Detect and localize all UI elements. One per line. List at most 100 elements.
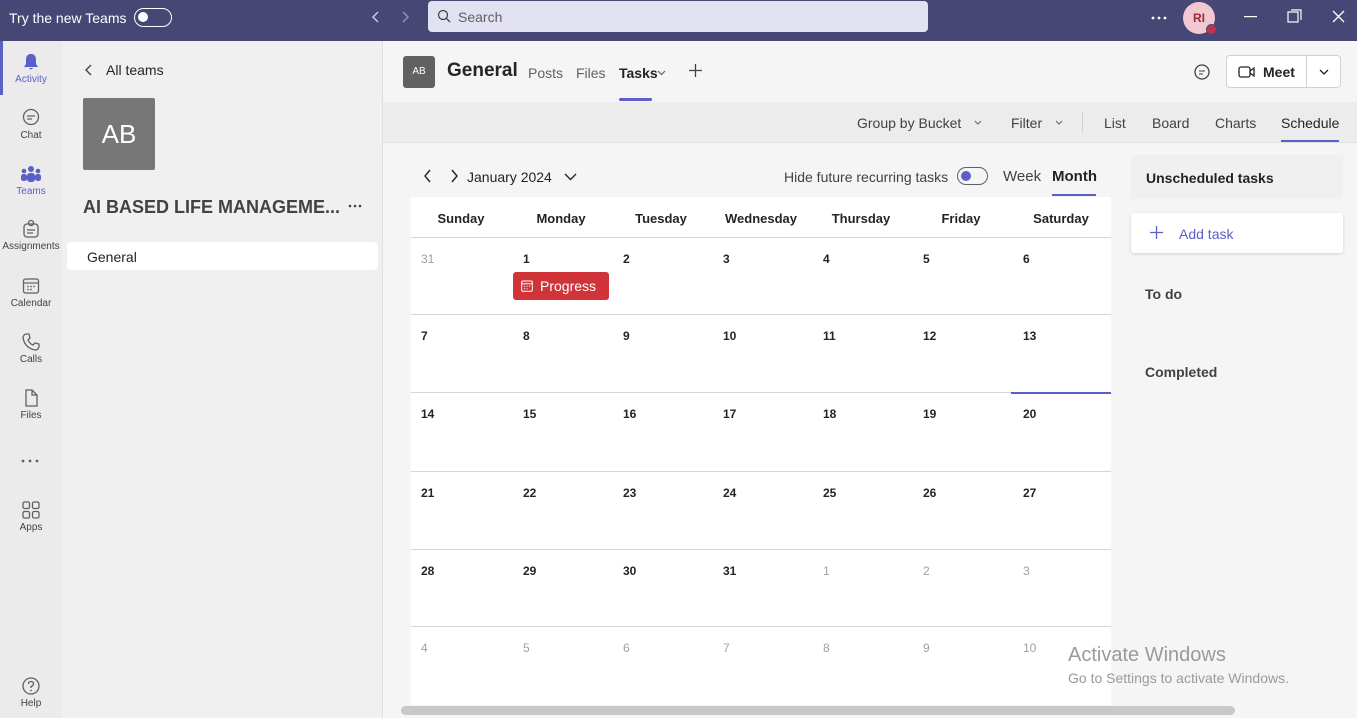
week-divider: [411, 471, 1111, 472]
back-arrow-icon[interactable]: [369, 10, 383, 24]
view-list[interactable]: List: [1104, 115, 1126, 131]
day-number[interactable]: 13: [1023, 329, 1036, 343]
day-number[interactable]: 12: [923, 329, 936, 343]
completed-section[interactable]: Completed: [1145, 364, 1217, 380]
rail-item-activity[interactable]: Activity: [0, 52, 62, 85]
day-number[interactable]: 9: [923, 641, 930, 655]
day-number[interactable]: 3: [723, 252, 730, 266]
rail-item-calls[interactable]: Calls: [0, 332, 62, 365]
day-number[interactable]: 5: [923, 252, 930, 266]
more-apps-icon[interactable]: [21, 459, 39, 463]
day-number[interactable]: 23: [623, 486, 636, 500]
next-month-icon[interactable]: [450, 169, 459, 183]
day-number[interactable]: 30: [623, 564, 636, 578]
month-chevron-down-icon[interactable]: [564, 173, 577, 181]
day-number[interactable]: 1: [823, 564, 830, 578]
day-number[interactable]: 22: [523, 486, 536, 500]
day-number[interactable]: 29: [523, 564, 536, 578]
rail-item-help[interactable]: Help: [0, 676, 62, 709]
day-number[interactable]: 4: [421, 641, 428, 655]
tab-files[interactable]: Files: [576, 65, 606, 81]
rail-item-calendar[interactable]: Calendar: [0, 276, 62, 309]
file-icon: [0, 388, 62, 408]
day-number[interactable]: 15: [523, 407, 536, 421]
filter-chevron-icon[interactable]: [1055, 120, 1063, 125]
day-number[interactable]: 2: [623, 252, 630, 266]
day-number[interactable]: 4: [823, 252, 830, 266]
day-number[interactable]: 8: [523, 329, 530, 343]
all-teams-link[interactable]: All teams: [106, 62, 164, 78]
tab-tasks[interactable]: Tasks: [619, 65, 658, 81]
rail-item-chat[interactable]: Chat: [0, 108, 62, 141]
day-number[interactable]: 27: [1023, 486, 1036, 500]
channel-avatar: AB: [403, 56, 435, 88]
day-number[interactable]: 28: [421, 564, 434, 578]
day-number[interactable]: 14: [421, 407, 434, 421]
day-number[interactable]: 5: [523, 641, 530, 655]
rail-item-files[interactable]: Files: [0, 388, 62, 421]
day-number[interactable]: 7: [421, 329, 428, 343]
channel-item-general[interactable]: General: [67, 242, 378, 270]
rail-item-assignments[interactable]: Assignments: [0, 219, 62, 252]
week-button[interactable]: Week: [1003, 168, 1041, 185]
rail-item-teams[interactable]: Teams: [0, 164, 62, 197]
day-number[interactable]: 21: [421, 486, 434, 500]
day-number[interactable]: 10: [1023, 641, 1036, 655]
day-number[interactable]: 25: [823, 486, 836, 500]
back-chevron-icon[interactable]: [84, 63, 94, 77]
unscheduled-title: Unscheduled tasks: [1146, 170, 1274, 186]
more-options-icon[interactable]: [1151, 16, 1167, 20]
month-button[interactable]: Month: [1052, 168, 1097, 185]
month-label[interactable]: January 2024: [467, 169, 552, 185]
horizontal-scrollbar[interactable]: [401, 706, 1235, 715]
try-new-teams-toggle[interactable]: [134, 8, 172, 27]
avatar-initials: RI: [1193, 11, 1205, 25]
user-avatar[interactable]: RI: [1183, 2, 1217, 35]
view-board[interactable]: Board: [1152, 115, 1189, 131]
day-number[interactable]: 20: [1023, 407, 1036, 421]
day-number[interactable]: 6: [1023, 252, 1030, 266]
minimize-icon[interactable]: [1244, 16, 1257, 18]
day-number[interactable]: 18: [823, 407, 836, 421]
view-charts[interactable]: Charts: [1215, 115, 1256, 131]
restore-icon[interactable]: [1287, 9, 1302, 24]
day-number[interactable]: 2: [923, 564, 930, 578]
day-number[interactable]: 24: [723, 486, 736, 500]
filter-dropdown[interactable]: Filter: [1011, 115, 1042, 131]
rail-item-apps[interactable]: Apps: [0, 500, 62, 533]
day-number[interactable]: 7: [723, 641, 730, 655]
day-number[interactable]: 26: [923, 486, 936, 500]
search-input[interactable]: Search: [428, 1, 928, 32]
day-number[interactable]: 9: [623, 329, 630, 343]
group-by-dropdown[interactable]: Group by Bucket: [857, 115, 961, 131]
todo-section[interactable]: To do: [1145, 286, 1182, 302]
task-progress[interactable]: Progress ...: [513, 272, 609, 310]
group-chevron-icon[interactable]: [974, 120, 982, 125]
view-schedule[interactable]: Schedule: [1281, 115, 1339, 131]
conversation-icon[interactable]: [1193, 63, 1211, 81]
day-number[interactable]: 10: [723, 329, 736, 343]
day-number[interactable]: 8: [823, 641, 830, 655]
day-number[interactable]: 11: [823, 329, 836, 343]
day-number[interactable]: 19: [923, 407, 936, 421]
tab-chevron-down-icon[interactable]: [657, 70, 666, 76]
help-icon: [0, 676, 62, 696]
add-task-button[interactable]: Add task: [1131, 213, 1343, 253]
forward-arrow-icon[interactable]: [398, 10, 412, 24]
meet-button[interactable]: Meet: [1226, 55, 1341, 88]
day-number[interactable]: 1: [523, 252, 530, 266]
prev-month-icon[interactable]: [423, 169, 432, 183]
team-more-icon[interactable]: [348, 204, 362, 208]
add-tab-icon[interactable]: [688, 63, 703, 78]
day-number[interactable]: 31: [723, 564, 736, 578]
hide-recurring-toggle[interactable]: [957, 167, 988, 185]
day-number[interactable]: 17: [723, 407, 736, 421]
day-number[interactable]: 3: [1023, 564, 1030, 578]
day-number[interactable]: 31: [421, 252, 434, 266]
team-panel: All teams AB AI BASED LIFE MANAGEME... G…: [62, 41, 383, 718]
close-icon[interactable]: [1332, 10, 1345, 23]
day-number[interactable]: 6: [623, 641, 630, 655]
day-number[interactable]: 16: [623, 407, 636, 421]
meet-chevron-down-icon[interactable]: [1319, 69, 1329, 75]
tab-posts[interactable]: Posts: [528, 65, 563, 81]
